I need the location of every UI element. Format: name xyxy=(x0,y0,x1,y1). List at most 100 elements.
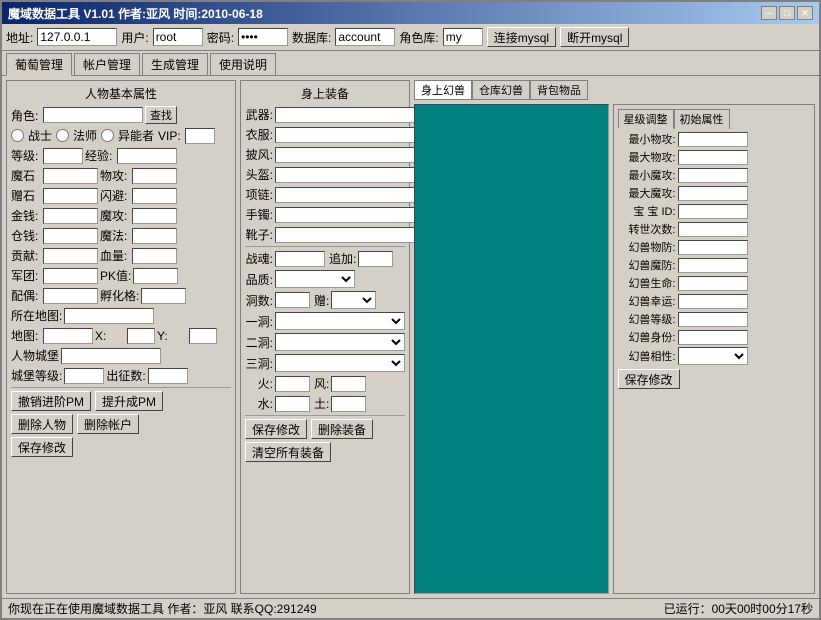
exp-input[interactable] xyxy=(117,148,177,164)
clear-equip-button[interactable]: 清空所有装备 xyxy=(245,442,331,462)
add-input[interactable] xyxy=(358,251,393,267)
gold-input[interactable] xyxy=(43,208,98,224)
cancel-pm-button[interactable]: 撤销进阶PM xyxy=(11,391,91,411)
attack-input[interactable] xyxy=(132,168,177,184)
equip-tab-warehouse[interactable]: 仓库幻兽 xyxy=(472,80,530,100)
reborn-label: 转世次数: xyxy=(618,221,676,237)
gift-select[interactable] xyxy=(331,291,376,309)
warrior-radio[interactable] xyxy=(11,129,24,142)
maximize-button[interactable]: □ xyxy=(779,6,795,20)
city-level-input[interactable] xyxy=(64,368,104,384)
necklace-input[interactable] xyxy=(275,187,423,203)
delete-equip-button[interactable]: 删除装备 xyxy=(311,419,373,439)
map-input[interactable] xyxy=(43,328,93,344)
find-button[interactable]: 查找 xyxy=(145,106,177,124)
mage-radio[interactable] xyxy=(56,129,69,142)
pass-input[interactable] xyxy=(238,28,288,46)
helmet-input[interactable] xyxy=(275,167,423,183)
bracelet-label: 手镯: xyxy=(245,206,273,223)
max-phys-atk-input[interactable] xyxy=(678,150,748,165)
dodge-input[interactable] xyxy=(132,188,177,204)
quality-select[interactable] xyxy=(275,270,355,288)
warehouse-input[interactable] xyxy=(43,228,98,244)
connect-button[interactable]: 连接mysql xyxy=(487,27,556,47)
upgrade-pm-button[interactable]: 提升成PM xyxy=(95,391,163,411)
pet-luck-input[interactable] xyxy=(678,294,748,309)
db-input[interactable] xyxy=(335,28,395,46)
delete-account-button[interactable]: 删除帐户 xyxy=(77,414,139,434)
pet-id-input[interactable] xyxy=(678,204,748,219)
main-content: 人物基本属性 角色: 查找 战士 法师 异能者 VIP: 等级: 经验: xyxy=(2,75,819,598)
min-magic-atk-input[interactable] xyxy=(678,168,748,183)
army-input[interactable] xyxy=(43,268,98,284)
pet-identity-input[interactable] xyxy=(678,330,748,345)
x-input[interactable] xyxy=(127,328,155,344)
bracelet-input[interactable] xyxy=(275,207,423,223)
holes-label: 洞数: xyxy=(245,292,273,309)
partner-label: 配偶: xyxy=(11,287,41,304)
tab-grape[interactable]: 葡萄管理 xyxy=(6,53,72,76)
y-input[interactable] xyxy=(189,328,217,344)
pet-magic-def-input[interactable] xyxy=(678,258,748,273)
disconnect-button[interactable]: 断开mysql xyxy=(560,27,629,47)
save-button[interactable]: 保存修改 xyxy=(11,437,73,457)
pet-nature-select[interactable] xyxy=(678,347,748,365)
gem-input[interactable] xyxy=(43,188,98,204)
tab-help[interactable]: 使用说明 xyxy=(210,53,276,75)
max-magic-atk-input[interactable] xyxy=(678,186,748,201)
strange-radio[interactable] xyxy=(101,129,114,142)
magic-atk-input[interactable] xyxy=(132,208,177,224)
pet-level-input[interactable] xyxy=(678,312,748,327)
partner-input[interactable] xyxy=(43,288,98,304)
earth-input[interactable] xyxy=(331,396,366,412)
magic-stone-input[interactable] xyxy=(43,168,98,184)
pk-input[interactable] xyxy=(133,268,178,284)
title-bar: 魔域数据工具 V1.01 作者:亚风 时间:2010-06-18 ─ □ ✕ xyxy=(2,2,819,24)
save-equip-button[interactable]: 保存修改 xyxy=(245,419,307,439)
hole2-select[interactable] xyxy=(275,333,405,351)
pet-hp-input[interactable] xyxy=(678,276,748,291)
reborn-input[interactable] xyxy=(678,222,748,237)
vip-input[interactable] xyxy=(185,128,215,144)
expedition-input[interactable] xyxy=(148,368,188,384)
close-button[interactable]: ✕ xyxy=(797,6,813,20)
tab-initial-attr[interactable]: 初始属性 xyxy=(674,109,730,129)
map-pos-input[interactable] xyxy=(64,308,154,324)
fire-input[interactable] xyxy=(275,376,310,392)
role-input[interactable] xyxy=(43,107,143,123)
tab-star[interactable]: 星级调整 xyxy=(618,109,674,129)
tab-generate[interactable]: 生成管理 xyxy=(142,53,208,75)
hatch-input[interactable] xyxy=(141,288,186,304)
wind-input[interactable] xyxy=(331,376,366,392)
pet-magic-def-label: 幻兽魔防: xyxy=(618,257,676,273)
min-phys-atk-input[interactable] xyxy=(678,132,748,147)
battle-soul-input[interactable] xyxy=(275,251,325,267)
pet-phys-def-input[interactable] xyxy=(678,240,748,255)
cloak-input[interactable] xyxy=(275,147,423,163)
hole3-select[interactable] xyxy=(275,354,405,372)
magic-def-input[interactable] xyxy=(132,228,177,244)
delete-role-button[interactable]: 删除人物 xyxy=(11,414,73,434)
clothes-input[interactable] xyxy=(275,127,423,143)
honor-input[interactable] xyxy=(43,248,98,264)
minimize-button[interactable]: ─ xyxy=(761,6,777,20)
save-star-button[interactable]: 保存修改 xyxy=(618,369,680,389)
weapon-input[interactable] xyxy=(275,107,423,123)
equip-tab-body[interactable]: 身上幻兽 xyxy=(414,80,472,100)
boots-input[interactable] xyxy=(275,227,423,243)
addr-input[interactable] xyxy=(37,28,117,46)
tab-account[interactable]: 帐户管理 xyxy=(74,53,140,75)
equip-tab-bag[interactable]: 背包物品 xyxy=(530,80,588,100)
role-db-input[interactable] xyxy=(443,28,483,46)
user-input[interactable] xyxy=(153,28,203,46)
city-input[interactable] xyxy=(61,348,161,364)
hp-input[interactable] xyxy=(132,248,177,264)
left-panel-title: 人物基本属性 xyxy=(11,85,231,102)
warehouse-label: 仓钱: xyxy=(11,227,41,244)
pet-id-label: 宝 宝 ID: xyxy=(618,203,676,219)
level-input[interactable] xyxy=(43,148,83,164)
water-input[interactable] xyxy=(275,396,310,412)
vip-label: VIP: xyxy=(158,129,181,143)
holes-input[interactable] xyxy=(275,292,310,308)
hole1-select[interactable] xyxy=(275,312,405,330)
